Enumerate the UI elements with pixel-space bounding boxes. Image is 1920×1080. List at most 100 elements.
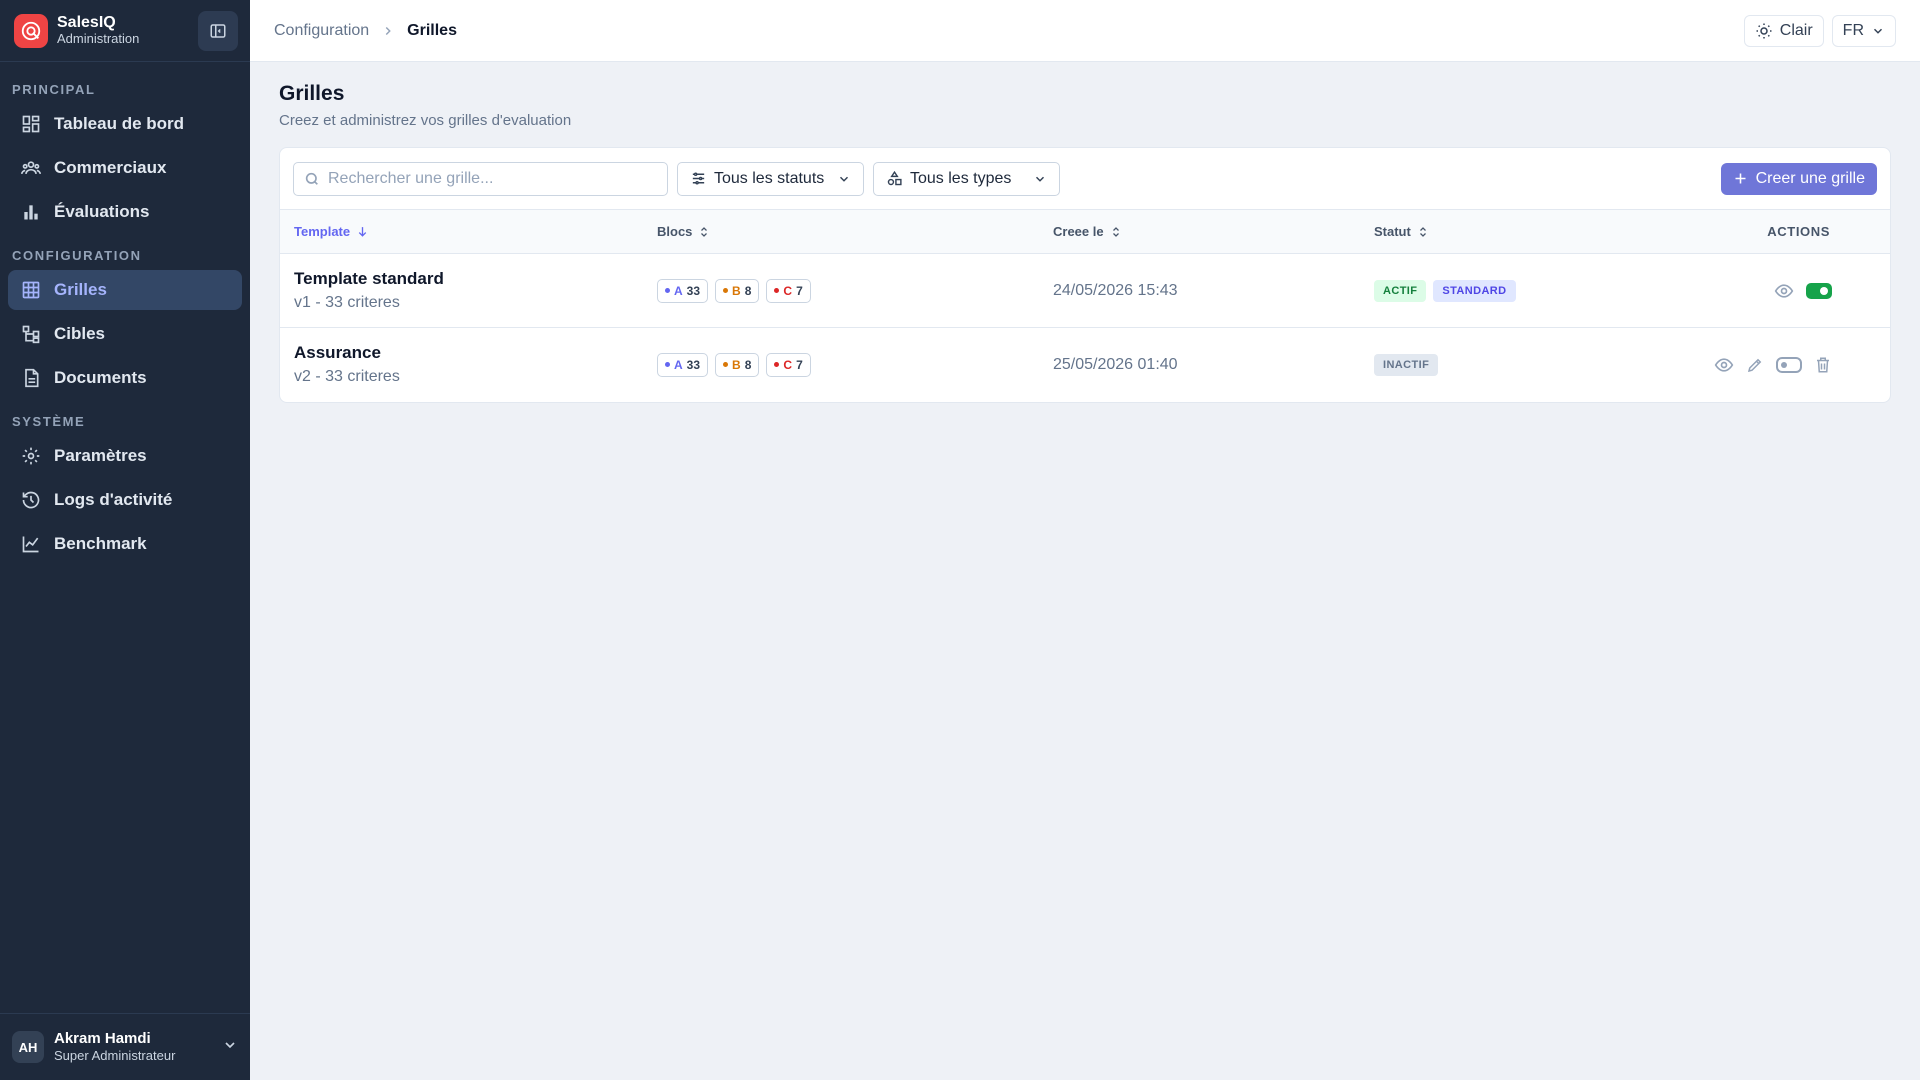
sliders-icon <box>692 172 705 185</box>
gear-icon <box>20 445 42 467</box>
bloc-chip-b: B8 <box>715 278 760 303</box>
history-icon <box>20 489 42 511</box>
grilles-card: Rechercher une grille... Tous les statut… <box>279 147 1891 403</box>
sidebar: SalesIQ Administration PRINCIPAL Tableau… <box>0 0 250 1080</box>
row-subtitle: v2 - 33 criteres <box>294 368 400 386</box>
sidebar-collapse-button[interactable] <box>198 10 238 51</box>
sun-icon <box>1756 23 1772 38</box>
status-filter-select[interactable]: Tous les statuts <box>677 161 864 196</box>
type-filter-select[interactable]: Tous les types <box>873 161 1060 196</box>
bloc-chip-b: B8 <box>715 352 760 377</box>
column-header-creee-le[interactable]: Creee le <box>1039 210 1360 254</box>
toolbar: Rechercher une grille... Tous les statut… <box>280 148 1890 209</box>
sidebar-item-label: Logs d'activité <box>54 490 173 509</box>
language-select[interactable]: FR <box>1831 14 1896 47</box>
bloc-count: 8 <box>744 357 752 372</box>
bloc-letter: A <box>674 283 683 298</box>
panel-left-icon <box>210 23 226 38</box>
bloc-letter: B <box>732 283 741 298</box>
chart-line-icon <box>20 533 42 555</box>
bloc-letter: C <box>783 357 793 372</box>
breadcrumb-current: Grilles <box>407 21 457 39</box>
user-name: Akram Hamdi <box>54 1029 151 1047</box>
table-row[interactable]: Assurance v2 - 33 criteres A 33 B8 C7 25/… <box>280 328 1890 402</box>
nav-section-configuration: CONFIGURATION <box>12 248 142 263</box>
sidebar-item-label: Évaluations <box>54 202 150 221</box>
bloc-count: 7 <box>796 283 803 298</box>
bloc-chip-c: C7 <box>766 278 811 303</box>
nav-section-principal: PRINCIPAL <box>12 82 96 97</box>
trash-icon[interactable] <box>1814 356 1832 374</box>
sidebar-item-label: Cibles <box>54 324 106 343</box>
search-input[interactable]: Rechercher une grille... <box>293 161 668 196</box>
user-menu[interactable]: AH Akram Hamdi Super Administrateur <box>0 1013 250 1080</box>
status-filter-label: Tous les statuts <box>714 169 825 187</box>
sidebar-item-benchmark[interactable]: Benchmark <box>8 524 242 564</box>
search-placeholder: Rechercher une grille... <box>328 169 494 187</box>
sidebar-item-parametres[interactable]: Paramètres <box>8 436 242 476</box>
row-title[interactable]: Template standard <box>294 269 643 289</box>
column-header-label: Creee le <box>1053 224 1104 239</box>
bloc-letter: B <box>732 357 741 372</box>
theme-label: Clair <box>1779 21 1813 39</box>
column-header-statut[interactable]: Statut <box>1360 210 1667 254</box>
column-header-template[interactable]: Template <box>280 210 643 254</box>
breadcrumb-configuration[interactable]: Configuration <box>274 22 369 40</box>
created-date: 24/05/2026 15:43 <box>1053 281 1178 299</box>
sort-icon <box>1112 226 1119 237</box>
toggle-active-switch[interactable] <box>1776 356 1802 373</box>
sidebar-item-label: Tableau de bord <box>54 114 185 133</box>
bloc-count: 7 <box>796 357 803 372</box>
grilles-table: Template Blocs Creee le Statut ACTIONS T… <box>280 209 1890 402</box>
column-header-label: Blocs <box>657 224 693 239</box>
create-grille-button[interactable]: Creer une grille <box>1720 162 1877 195</box>
sidebar-item-tableau-de-bord[interactable]: Tableau de bord <box>8 104 242 144</box>
brand-subtitle: Administration <box>57 31 140 47</box>
theme-toggle-button[interactable]: Clair <box>1743 14 1824 47</box>
view-icon[interactable] <box>1774 281 1794 301</box>
bloc-letter: A <box>674 357 683 372</box>
bloc-count: 33 <box>686 357 701 372</box>
search-icon <box>305 172 318 185</box>
sidebar-item-evaluations[interactable]: Évaluations <box>8 192 242 232</box>
sidebar-item-commerciaux[interactable]: Commerciaux <box>8 148 242 188</box>
bar-chart-icon <box>20 201 42 223</box>
sort-icon <box>1419 226 1426 237</box>
column-header-blocs[interactable]: Blocs <box>643 210 1039 254</box>
chevron-down-icon <box>1873 28 1883 34</box>
brand-name: SalesIQ <box>57 13 116 31</box>
view-icon[interactable] <box>1714 355 1734 375</box>
table-row[interactable]: Template standard v1 - 33 criteres A 33 B… <box>280 254 1890 328</box>
chevron-down-icon <box>837 172 851 186</box>
language-label: FR <box>1842 21 1864 39</box>
sidebar-item-cibles[interactable]: Cibles <box>8 314 242 354</box>
bloc-chip-a: A 33 <box>657 352 709 377</box>
grid-icon <box>20 279 42 301</box>
chevron-down-icon[interactable] <box>222 1037 238 1058</box>
sidebar-item-label: Benchmark <box>54 534 147 553</box>
user-role: Super Administrateur <box>54 1048 176 1064</box>
sidebar-item-grilles[interactable]: Grilles <box>8 270 242 310</box>
row-title[interactable]: Assurance <box>294 343 643 363</box>
bloc-chip-a: A 33 <box>657 278 709 303</box>
hierarchy-icon <box>20 323 42 345</box>
shapes-icon <box>887 170 902 186</box>
sidebar-item-label: Paramètres <box>54 446 147 465</box>
chevron-down-icon <box>1033 172 1047 186</box>
plus-icon <box>1735 173 1746 184</box>
sidebar-item-label: Grilles <box>54 280 107 299</box>
status-badge: ACTIF <box>1374 279 1427 302</box>
edit-pencil-icon[interactable] <box>1746 356 1764 374</box>
bloc-count: 33 <box>686 283 701 298</box>
table-header-row: Template Blocs Creee le Statut ACTIONS <box>280 209 1890 254</box>
brand-header: SalesIQ Administration <box>0 0 250 62</box>
toggle-active-switch[interactable] <box>1806 282 1832 299</box>
sidebar-item-logs[interactable]: Logs d'activité <box>8 480 242 520</box>
document-icon <box>20 367 42 389</box>
brand-logo-icon <box>14 13 48 48</box>
created-date: 25/05/2026 01:40 <box>1053 355 1178 373</box>
avatar: AH <box>12 1031 44 1063</box>
row-subtitle: v1 - 33 criteres <box>294 294 400 311</box>
sidebar-item-documents[interactable]: Documents <box>8 358 242 398</box>
column-header-label: Statut <box>1374 224 1411 239</box>
